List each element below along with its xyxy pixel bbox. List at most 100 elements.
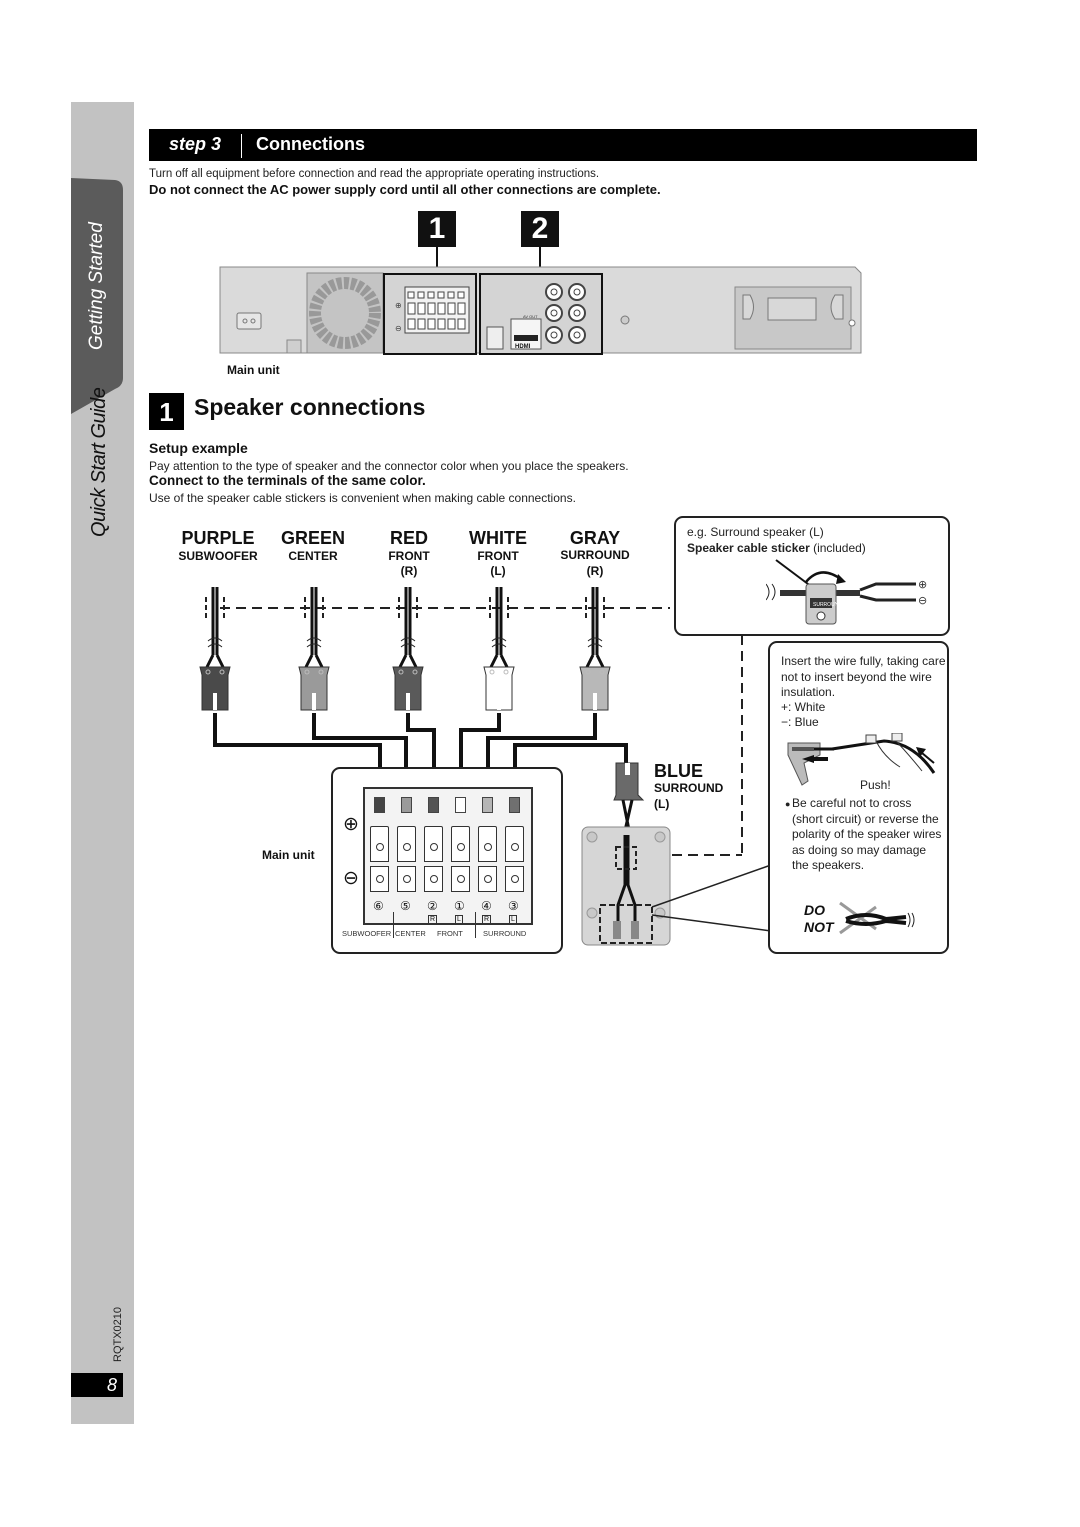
sticker-text: Use of the speaker cable stickers is con… — [149, 491, 576, 505]
minus-terminal[interactable] — [505, 866, 524, 892]
connector-side: (L) — [490, 564, 506, 578]
surround-speaker-rear — [581, 826, 671, 946]
terminal-color-swatch — [482, 797, 493, 813]
connector-plug — [579, 587, 611, 711]
minus-terminal[interactable] — [424, 866, 443, 892]
same-color-heading: Connect to the terminals of the same col… — [149, 473, 426, 488]
minus-terminal[interactable] — [478, 866, 497, 892]
sticker-panel: e.g. Surround speaker (L) Speaker cable … — [674, 516, 950, 636]
terminal-color-swatch — [428, 797, 439, 813]
terminal-number: ③ — [508, 899, 519, 913]
connector-plug — [298, 587, 330, 711]
terminal-number: ④ — [481, 899, 492, 913]
screw-icon — [620, 315, 630, 325]
terminal-side-label: R — [428, 915, 438, 925]
bullet: ● — [785, 799, 791, 809]
step-label: step 3 — [169, 134, 222, 154]
connector-role: SURROUND — [560, 548, 630, 562]
group-label-surround: SURROUND — [483, 929, 527, 938]
blue-color-name: BLUE — [654, 761, 703, 781]
blue-connector-plug — [613, 762, 645, 836]
main-unit-rear-diagram: ⊕ ⊖ HDMI AV OUT — [219, 247, 862, 355]
plus-white-note: +: White — [781, 700, 826, 714]
svg-text:SURROUND: SURROUND — [813, 602, 842, 608]
terminal-number: ⑤ — [400, 899, 411, 913]
terminal-side-label: R — [482, 915, 492, 925]
svg-text:⊖: ⊖ — [395, 324, 402, 333]
svg-text:⊕: ⊕ — [918, 578, 927, 591]
connector-role: CENTER — [288, 549, 338, 563]
optical-in-jack — [486, 326, 504, 350]
terminal-side-label: L — [509, 915, 517, 925]
do-label: DO — [804, 902, 825, 918]
terminal-color-swatch — [401, 797, 412, 813]
divider — [241, 134, 242, 158]
page-number: 8 — [71, 1373, 123, 1397]
plus-terminal[interactable] — [478, 826, 497, 862]
warning-text: Do not connect the AC power supply cord … — [149, 182, 661, 197]
group-label-front: FRONT — [437, 929, 463, 938]
blue-side: (L) — [654, 797, 670, 811]
callout-2: 2 — [521, 211, 559, 247]
step-header: step 3 Connections — [149, 129, 977, 161]
setup-text: Pay attention to the type of speaker and… — [149, 459, 629, 473]
terminal-number: ① — [454, 899, 465, 913]
sticker-illustration: SURROUND ⊕ ⊖ — [766, 559, 927, 625]
connector-color-name: GRAY — [569, 528, 621, 548]
sticker-example: e.g. Surround speaker (L) — [687, 525, 824, 539]
minus-terminal[interactable] — [370, 866, 389, 892]
main-unit-caption: Main unit — [227, 363, 280, 377]
setup-heading: Setup example — [149, 440, 248, 456]
ac-inlet-icon — [236, 312, 262, 330]
blue-role: SURROUND — [654, 781, 724, 795]
intro-text: Turn off all equipment before connection… — [149, 168, 600, 180]
plus-terminal[interactable] — [505, 826, 524, 862]
connector-color-name: WHITE — [469, 528, 527, 548]
plus-terminal[interactable] — [370, 826, 389, 862]
not-label: NOT — [804, 919, 834, 935]
terminal-color-swatch — [374, 797, 385, 813]
callout-1: 1 — [418, 211, 456, 247]
svg-text:⊖: ⊖ — [918, 594, 927, 607]
minus-terminal[interactable] — [397, 866, 416, 892]
connector-plug — [392, 587, 424, 711]
insert-instruction: Insert the wire fully, taking care not t… — [781, 654, 946, 699]
svg-text:⊕: ⊕ — [395, 301, 402, 310]
section-number: 1 — [149, 393, 184, 430]
terminal-main-unit-caption: Main unit — [262, 848, 315, 862]
group-label-center: CENTER — [395, 929, 426, 938]
plus-terminal[interactable] — [451, 826, 470, 862]
connector-color-name: GREEN — [280, 528, 345, 548]
connector-role: FRONT — [477, 549, 519, 563]
crossed-wires-icon — [839, 901, 915, 935]
svg-text:HDMI: HDMI — [515, 344, 531, 350]
plus-terminal[interactable] — [397, 826, 416, 862]
connector-color-name: PURPLE — [181, 528, 255, 548]
minus-terminal[interactable] — [451, 866, 470, 892]
terminal-side-label: L — [455, 915, 463, 925]
caution-text: Be careful not to cross (short circuit) … — [792, 796, 942, 872]
terminal-number: ⑥ — [373, 899, 384, 913]
group-label-subwoofer: SUBWOOFER — [342, 929, 392, 938]
section-title: Speaker connections — [194, 394, 426, 420]
plus-symbol: ⊕ — [343, 814, 359, 835]
terminal-color-swatch — [455, 797, 466, 813]
page-title: Connections — [256, 134, 366, 154]
terminal-number: ② — [427, 899, 438, 913]
plus-terminal[interactable] — [424, 826, 443, 862]
push-label: Push! — [860, 778, 891, 792]
terminal-color-swatch — [509, 797, 520, 813]
connector-plug — [483, 587, 515, 711]
svg-text:AV OUT: AV OUT — [523, 314, 538, 319]
document-code: RQTX0210 — [112, 1306, 124, 1362]
connector-plug — [199, 587, 231, 711]
sticker-note: (included) — [813, 541, 866, 555]
minus-symbol: ⊖ — [343, 868, 359, 889]
minus-blue-note: −: Blue — [781, 715, 819, 729]
sticker-label: Speaker cable sticker — [687, 541, 810, 555]
insert-wire-panel: Insert the wire fully, taking care not t… — [768, 641, 949, 954]
guide-label: Quick Start Guide — [88, 387, 110, 537]
connector-role: SUBWOOFER — [178, 549, 258, 563]
sidebar-tab-label: Getting Started — [86, 222, 107, 350]
connector-side: (R) — [586, 564, 604, 578]
